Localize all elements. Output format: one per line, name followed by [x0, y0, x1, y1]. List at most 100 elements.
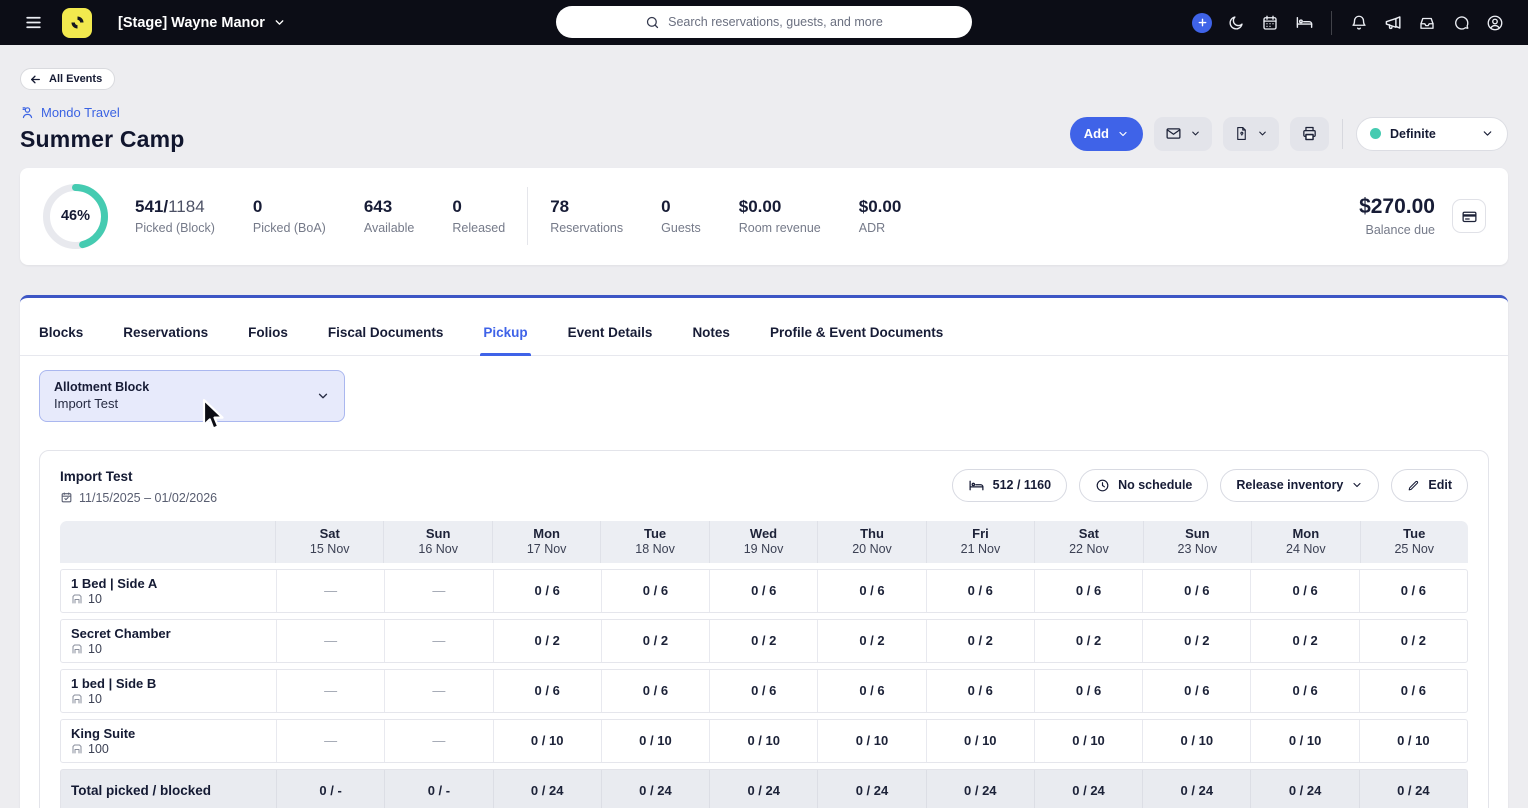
pickup-cell: 0 / 10 [817, 720, 925, 762]
stat-item-room-revenue: $0.00 Room revenue [739, 197, 821, 235]
documents-button[interactable] [1223, 117, 1279, 151]
block-date-range: 11/15/2025 – 01/02/2026 [60, 491, 217, 505]
room-capacity: 100 [71, 742, 109, 756]
total-label: Total picked / blocked [61, 770, 276, 808]
all-events-label: All Events [49, 73, 102, 85]
room-capacity-value: 100 [88, 742, 109, 756]
app-logo[interactable] [62, 8, 92, 38]
quick-add-button[interactable] [1187, 8, 1217, 38]
stat-label: Room revenue [739, 221, 821, 235]
stat-label: Released [452, 221, 505, 235]
day-column-header: Wed19 Nov [709, 521, 817, 563]
allotment-block-card: Import Test 11/15/2025 – 01/02/2026 512 … [39, 450, 1489, 808]
agency-link[interactable]: Mondo Travel [20, 105, 185, 120]
envelope-icon [1165, 125, 1182, 142]
day-date: 23 Nov [1178, 542, 1218, 558]
day-column-header: Sat15 Nov [275, 521, 383, 563]
account-icon[interactable] [1480, 8, 1510, 38]
stat-label: Reservations [550, 221, 623, 235]
add-button[interactable]: Add [1070, 117, 1143, 151]
day-date: 22 Nov [1069, 542, 1109, 558]
room-capacity: 10 [71, 642, 102, 656]
document-icon [1234, 126, 1249, 141]
moon-icon[interactable] [1221, 8, 1251, 38]
tab-blocks[interactable]: Blocks [39, 325, 83, 355]
pickup-cell: 0 / 10 [709, 720, 817, 762]
back-arrow-icon [29, 73, 42, 86]
menu-icon[interactable] [18, 8, 48, 38]
tab-notes[interactable]: Notes [692, 325, 730, 355]
chevron-down-icon [1117, 128, 1129, 140]
day-column-header: Sun23 Nov [1143, 521, 1251, 563]
tab-profile-event-documents[interactable]: Profile & Event Documents [770, 325, 943, 355]
pickup-cell: 0 / 6 [493, 670, 601, 712]
day-date: 21 Nov [961, 542, 1001, 558]
calendar-icon[interactable] [1255, 8, 1285, 38]
pickup-cell: 0 / 10 [493, 720, 601, 762]
megaphone-icon[interactable] [1378, 8, 1408, 38]
tab-pickup[interactable]: Pickup [483, 325, 527, 355]
print-button[interactable] [1290, 117, 1329, 151]
allotment-block-select[interactable]: Allotment Block Import Test [39, 370, 345, 422]
status-select[interactable]: Definite [1356, 117, 1508, 151]
pickup-cell: 0 / 6 [817, 670, 925, 712]
pickup-cell: 0 / - [276, 770, 384, 808]
pickup-cell: 0 / 24 [1359, 770, 1467, 808]
balance-due: $270.00 Balance due [1359, 195, 1435, 237]
room-capacity: 10 [71, 692, 102, 706]
release-inventory-button[interactable]: Release inventory [1220, 469, 1379, 502]
pickup-cell: 0 / 6 [926, 670, 1034, 712]
page-title: Summer Camp [20, 126, 185, 153]
room-capacity: 10 [71, 592, 102, 606]
day-name: Sun [1185, 526, 1210, 542]
pickup-cell: 0 / 2 [493, 620, 601, 662]
pickup-cell: 0 / 24 [817, 770, 925, 808]
tab-folios[interactable]: Folios [248, 325, 288, 355]
tab-reservations[interactable]: Reservations [123, 325, 208, 355]
pickup-cell: 0 / 6 [709, 670, 817, 712]
day-name: Sat [320, 526, 340, 542]
stat-item-released: 0Released [452, 197, 505, 235]
stat-label: Guests [661, 221, 701, 235]
property-switcher[interactable]: [Stage] Wayne Manor [118, 15, 286, 31]
pickup-table-body: 1 Bed | Side A10——0 / 60 / 60 / 60 / 60 … [60, 569, 1468, 808]
stat-value: $0.00 [859, 197, 902, 217]
release-inventory-label: Release inventory [1236, 478, 1343, 492]
stat-value: $0.00 [739, 197, 821, 217]
stats-group-reservations: 78Reservations0Guests$0.00Room revenue$0… [550, 197, 901, 235]
all-events-back-button[interactable]: All Events [20, 68, 115, 90]
pickup-cell: 0 / 24 [493, 770, 601, 808]
day-name: Sun [426, 526, 451, 542]
edit-button[interactable]: Edit [1391, 469, 1468, 502]
status-label: Definite [1390, 127, 1436, 141]
pickup-cell: — [276, 720, 384, 762]
pickup-cell: — [384, 720, 492, 762]
chat-icon[interactable] [1446, 8, 1476, 38]
block-dates-text: 11/15/2025 – 01/02/2026 [79, 491, 217, 505]
pickup-cell: — [384, 620, 492, 662]
chevron-down-icon [1190, 128, 1201, 139]
pickup-cell: 0 / 24 [926, 770, 1034, 808]
block-occupancy-value: 512 / 1160 [993, 478, 1051, 492]
bell-icon[interactable] [1344, 8, 1374, 38]
pickup-cell: 0 / 2 [709, 620, 817, 662]
pickup-cell: 0 / 6 [1250, 670, 1358, 712]
pickup-cell: 0 / 10 [1359, 720, 1467, 762]
email-button[interactable] [1154, 117, 1212, 151]
inbox-icon[interactable] [1412, 8, 1442, 38]
chevron-down-icon [1351, 479, 1363, 491]
tab-event-details[interactable]: Event Details [568, 325, 653, 355]
property-name: [Stage] Wayne Manor [118, 15, 265, 31]
block-occupancy-badge[interactable]: 512 / 1160 [952, 469, 1067, 502]
pickup-cell: 0 / 10 [1142, 720, 1250, 762]
schedule-badge[interactable]: No schedule [1079, 469, 1208, 502]
payment-button[interactable] [1452, 199, 1486, 233]
day-column-header: Mon17 Nov [492, 521, 600, 563]
tab-fiscal-documents[interactable]: Fiscal Documents [328, 325, 444, 355]
navbar-divider [1331, 11, 1332, 35]
clock-icon [1095, 478, 1110, 493]
day-column-header: Mon24 Nov [1251, 521, 1359, 563]
bed-icon[interactable] [1289, 8, 1319, 38]
search-input[interactable]: Search reservations, guests, and more [556, 6, 972, 38]
pickup-table: Sat15 NovSun16 NovMon17 NovTue18 NovWed1… [60, 521, 1468, 808]
